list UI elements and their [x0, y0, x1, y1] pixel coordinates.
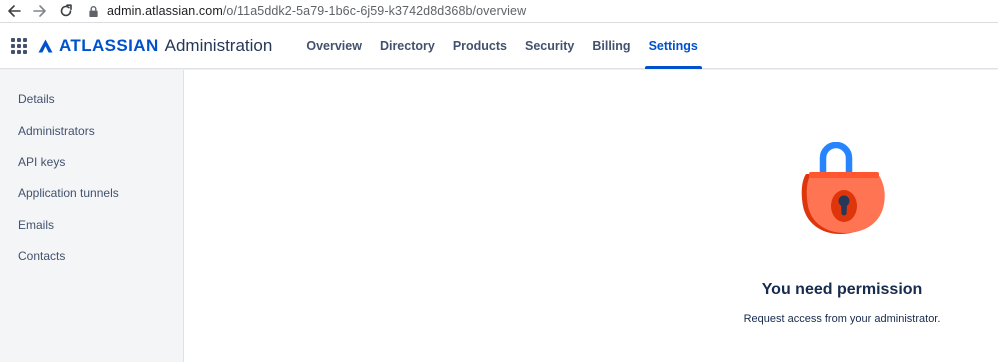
browser-toolbar: admin.atlassian.com/o/11a5ddk2-5a79-1b6c… — [0, 0, 998, 22]
tab-billing[interactable]: Billing — [583, 23, 639, 69]
sidebar-item-emails[interactable]: Emails — [18, 218, 54, 232]
atlassian-logo-icon — [38, 39, 53, 52]
tab-security[interactable]: Security — [516, 23, 583, 69]
top-navigation: ATLASSIAN Administration Overview Direct… — [0, 23, 998, 69]
forward-arrow-icon[interactable] — [30, 1, 50, 21]
nav-tabs: Overview Directory Products Security Bil… — [297, 23, 707, 69]
sidebar-item-api-keys[interactable]: API keys — [18, 155, 65, 169]
sidebar-item-details[interactable]: Details — [18, 92, 55, 106]
brand-subtitle: Administration — [164, 35, 273, 55]
tab-overview[interactable]: Overview — [297, 23, 371, 69]
url-text[interactable]: admin.atlassian.com/o/11a5ddk2-5a79-1b6c… — [107, 4, 526, 18]
sidebar-item-application-tunnels[interactable]: Application tunnels — [18, 186, 119, 200]
sidebar-item-administrators[interactable]: Administrators — [18, 124, 95, 138]
main-content: You need permission Request access from … — [184, 70, 998, 362]
reload-icon[interactable] — [56, 1, 76, 21]
tab-products[interactable]: Products — [444, 23, 516, 69]
lock-icon[interactable] — [88, 4, 100, 18]
address-bar[interactable]: admin.atlassian.com/o/11a5ddk2-5a79-1b6c… — [88, 1, 526, 21]
permission-title: You need permission — [761, 281, 923, 298]
tab-directory[interactable]: Directory — [371, 23, 444, 69]
back-arrow-icon[interactable] — [4, 1, 24, 21]
url-host: admin.atlassian.com — [107, 4, 223, 18]
padlock-icon — [801, 142, 885, 234]
brand[interactable]: ATLASSIAN Administration — [38, 36, 272, 56]
permission-description: Request access from your administrator. — [743, 313, 941, 325]
brand-name: ATLASSIAN — [59, 35, 159, 55]
app-switcher-icon[interactable] — [11, 37, 27, 54]
sidebar-item-contacts[interactable]: Contacts — [18, 249, 65, 263]
tab-settings[interactable]: Settings — [640, 23, 707, 69]
sidebar: Details Administrators API keys Applicat… — [0, 70, 184, 362]
url-path: /o/11a5ddk2-5a79-1b6c-6j59-k3742d8d368b/… — [222, 4, 527, 18]
